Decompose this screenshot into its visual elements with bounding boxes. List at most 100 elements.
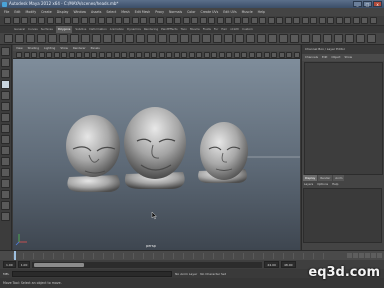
viewport-toolbar-icon[interactable] [203, 51, 210, 58]
status-line-tool-icon[interactable] [199, 17, 207, 24]
shelf-tab-toon[interactable]: Toon [181, 26, 187, 33]
status-line-tool-icon[interactable] [352, 17, 360, 24]
status-line-tool-icon[interactable] [259, 17, 266, 24]
shelf-tool-icon[interactable] [103, 34, 112, 43]
shelf-tool-icon[interactable] [26, 34, 35, 43]
viewport-toolbar-icon[interactable] [91, 51, 97, 58]
shelf-tab-custom[interactable]: Custom [242, 26, 253, 33]
viewport-toolbar-icon[interactable] [136, 51, 142, 58]
viewport-toolbar-icon[interactable] [46, 51, 52, 58]
shelf-tool-icon[interactable] [224, 34, 233, 43]
shelf-tool-icon[interactable] [356, 34, 365, 43]
status-line-tool-icon[interactable] [106, 17, 113, 24]
shelf-tab-rendering[interactable]: Rendering [144, 26, 158, 33]
current-time-marker[interactable] [14, 251, 16, 260]
shelf-tool-icon[interactable] [279, 34, 288, 43]
viewport-toolbar-icon[interactable] [113, 51, 120, 58]
layer-menu-options[interactable]: Options [317, 181, 328, 187]
paint-select-icon[interactable] [1, 69, 10, 78]
viewport-toolbar-icon[interactable] [263, 51, 270, 58]
shelf-tab-muscle[interactable]: Muscle [190, 26, 200, 33]
viewport-toolbar-icon[interactable] [241, 51, 247, 58]
select-tool-icon[interactable] [1, 47, 10, 56]
layout-outliner-icon[interactable] [1, 168, 10, 177]
viewport-toolbar-icon[interactable] [158, 51, 165, 58]
shelf-tab-ncloth[interactable]: nCloth [230, 26, 239, 33]
status-line-tool-icon[interactable] [293, 17, 300, 24]
shelf-tool-icon[interactable] [257, 34, 266, 43]
viewport-toolbar-icon[interactable] [181, 51, 187, 58]
maximize-button[interactable]: □ [363, 1, 372, 7]
menu-assets[interactable]: Assets [91, 8, 101, 16]
viewport-toolbar-icon[interactable] [31, 51, 37, 58]
status-line-tool-icon[interactable] [233, 17, 241, 24]
layout-graph-icon[interactable] [1, 179, 10, 188]
menu-modify[interactable]: Modify [26, 8, 37, 16]
shelf-tool-icon[interactable] [301, 34, 310, 43]
viewport-toolbar-icon[interactable] [293, 51, 300, 58]
menu-create[interactable]: Create [41, 8, 52, 16]
play-back-button[interactable] [359, 253, 364, 258]
viewport-toolbar-icon[interactable] [143, 51, 150, 58]
range-slider[interactable] [32, 261, 263, 268]
channel-box-menu-object[interactable]: Object [331, 54, 340, 61]
viewport-toolbar-icon[interactable] [53, 51, 60, 58]
scale-tool-icon[interactable] [1, 102, 10, 111]
status-line-tool-icon[interactable] [46, 17, 54, 24]
shelf-tab-dynamics[interactable]: Dynamics [127, 26, 141, 33]
menu-proxy[interactable]: Proxy [155, 8, 164, 16]
shelf-tool-icon[interactable] [70, 34, 79, 43]
status-line-tool-icon[interactable] [225, 17, 232, 24]
perspective-viewport[interactable]: persp [13, 59, 300, 250]
layout-side-icon[interactable] [1, 157, 10, 166]
status-line-tool-icon[interactable] [12, 17, 20, 24]
status-line-tool-icon[interactable] [63, 17, 71, 24]
shelf-tool-icon[interactable] [334, 34, 343, 43]
shelf-tab-painteffects[interactable]: PaintEffects [161, 26, 177, 33]
viewport-toolbar-icon[interactable] [98, 51, 105, 58]
shelf-tool-icon[interactable] [367, 34, 376, 43]
menu-file[interactable]: File [4, 8, 9, 16]
status-line-tool-icon[interactable] [97, 17, 105, 24]
status-line-tool-icon[interactable] [21, 17, 28, 24]
status-line-tool-icon[interactable] [89, 17, 96, 24]
menu-edit-uvs[interactable]: Edit UVs [223, 8, 236, 16]
viewport-toolbar-icon[interactable] [248, 51, 255, 58]
menu-edit[interactable]: Edit [14, 8, 20, 16]
menu-select[interactable]: Select [106, 8, 116, 16]
channel-box-menu-edit[interactable]: Edit [322, 54, 327, 61]
rotate-tool-icon[interactable] [1, 91, 10, 100]
layer-menu-layers[interactable]: Layers [304, 181, 313, 187]
shelf-tab-polygons[interactable]: Polygons [55, 26, 73, 33]
shelf-tool-icon[interactable] [48, 34, 57, 43]
move-tool-icon[interactable] [1, 80, 10, 89]
status-line-tool-icon[interactable] [327, 17, 334, 24]
command-input[interactable] [12, 270, 173, 277]
shelf-tool-icon[interactable] [246, 34, 255, 43]
viewport-toolbar-icon[interactable] [106, 51, 112, 58]
time-slider[interactable] [0, 250, 384, 260]
shelf-tool-icon[interactable] [235, 34, 244, 43]
shelf-tool-icon[interactable] [290, 34, 299, 43]
viewport-toolbar-icon[interactable] [128, 51, 135, 58]
menu-display[interactable]: Display [57, 8, 69, 16]
status-line-tool-icon[interactable] [208, 17, 215, 24]
playback-end-field[interactable]: 24.00 [264, 261, 279, 268]
shelf-tool-icon[interactable] [59, 34, 68, 43]
go-to-start-button[interactable] [347, 253, 352, 258]
viewport-toolbar-icon[interactable] [61, 51, 67, 58]
viewport-toolbar-icon[interactable] [68, 51, 75, 58]
step-back-button[interactable] [353, 253, 358, 258]
layout-four-icon[interactable] [1, 146, 10, 155]
viewport-toolbar-icon[interactable] [196, 51, 202, 58]
end-time-field[interactable]: 48.00 [280, 261, 296, 268]
start-time-field[interactable]: 1.00 [3, 261, 16, 268]
status-line-tool-icon[interactable] [148, 17, 156, 24]
menu-muscle[interactable]: Muscle [242, 8, 253, 16]
shelf-tool-icon[interactable] [158, 34, 167, 43]
playback-start-field[interactable]: 1.00 [17, 261, 31, 268]
viewport-toolbar-icon[interactable] [286, 51, 292, 58]
status-line-tool-icon[interactable] [174, 17, 181, 24]
layout-persp-icon[interactable] [1, 201, 10, 210]
manipulator-icon[interactable] [1, 113, 10, 122]
